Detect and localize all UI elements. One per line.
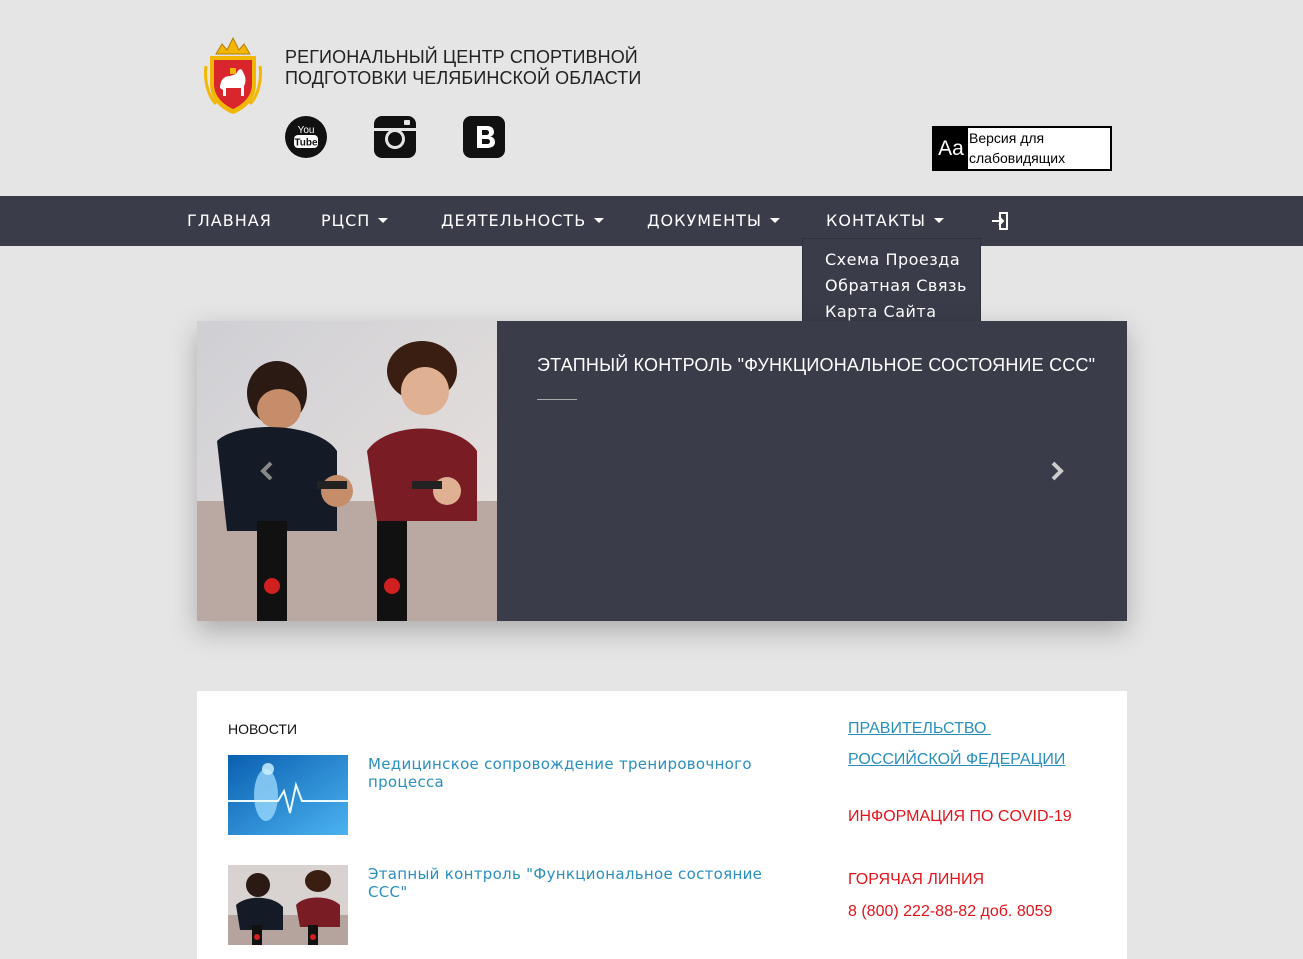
- news-item: Медицинское сопровождение тренировочного…: [228, 755, 788, 835]
- hotline-phone[interactable]: 8 (800) 222-88-82 доб. 8059: [848, 903, 1052, 921]
- hotline-label: Горячая линия: [848, 871, 985, 888]
- youtube-icon[interactable]: You Tube: [285, 116, 327, 158]
- slide-divider: [537, 399, 577, 400]
- nav-label: Деятельность: [441, 211, 587, 230]
- site-header: Региональный центр спортивной подготовки…: [0, 0, 1303, 196]
- news-thumbnail[interactable]: [228, 755, 348, 835]
- slide-title[interactable]: Этапный контроль "Функциональное состоян…: [537, 355, 1095, 376]
- caret-down-icon: [378, 218, 389, 223]
- caret-down-icon: [770, 218, 781, 223]
- nav-label: Документы: [647, 211, 763, 230]
- svg-text:You: You: [298, 125, 315, 136]
- news-slider: Этапный контроль "Функциональное состоян…: [197, 321, 1127, 621]
- news-heading: Новости: [228, 721, 298, 737]
- region-emblem-icon[interactable]: [202, 36, 264, 116]
- chevron-left-icon[interactable]: [258, 461, 278, 481]
- dropdown-item-directions[interactable]: Схема Проезда: [803, 247, 980, 273]
- login-icon[interactable]: [990, 211, 1010, 231]
- main-content: Новости Медицинское сопровождение тренир…: [197, 691, 1127, 959]
- instagram-icon[interactable]: [374, 116, 416, 158]
- site-title[interactable]: Региональный центр спортивной подготовки…: [285, 47, 641, 89]
- news-link[interactable]: Медицинское сопровождение тренировочного…: [368, 755, 768, 791]
- site-title-line2: подготовки Челябинской области: [285, 68, 642, 88]
- nav-item-activity[interactable]: Деятельность: [441, 196, 605, 246]
- caret-down-icon: [933, 218, 944, 223]
- government-link-line2: Российской Федерации: [848, 751, 1066, 768]
- government-link-line1: Правительство: [848, 720, 991, 737]
- nav-item-rcsp[interactable]: РЦСП: [321, 196, 389, 246]
- svg-text:Tube: Tube: [294, 138, 318, 149]
- nav-item-home[interactable]: Главная: [187, 196, 272, 246]
- accessibility-version-button[interactable]: Aa Версия для слабовидящих: [932, 126, 1112, 171]
- caret-down-icon: [594, 218, 605, 223]
- slide-photo[interactable]: [197, 321, 497, 621]
- accessibility-label: Версия для слабовидящих: [969, 130, 1066, 166]
- covid-info-link[interactable]: Информация по COVID-19: [848, 808, 1072, 826]
- news-item: Этапный контроль "Функциональное состоян…: [228, 865, 788, 945]
- nav-item-documents[interactable]: Документы: [647, 196, 781, 246]
- news-thumbnail[interactable]: [228, 865, 348, 945]
- dropdown-item-feedback[interactable]: Обратная Связь: [803, 273, 980, 299]
- font-size-icon: Aa: [934, 128, 968, 169]
- nav-label: Главная: [187, 211, 272, 230]
- news-link[interactable]: Этапный контроль "Функциональное состоян…: [368, 865, 768, 901]
- government-link[interactable]: Правительство Российской Федерации: [848, 713, 1065, 775]
- nav-label: РЦСП: [321, 211, 371, 230]
- chevron-right-icon[interactable]: [1046, 461, 1066, 481]
- vk-icon[interactable]: [463, 116, 505, 158]
- main-navbar: Главная РЦСП Деятельность Документы Конт…: [0, 196, 1303, 246]
- contacts-dropdown-menu: Схема Проезда Обратная Связь Карта Сайта: [802, 238, 981, 332]
- site-title-line1: Региональный центр спортивной: [285, 47, 638, 67]
- nav-label: Контакты: [826, 211, 926, 230]
